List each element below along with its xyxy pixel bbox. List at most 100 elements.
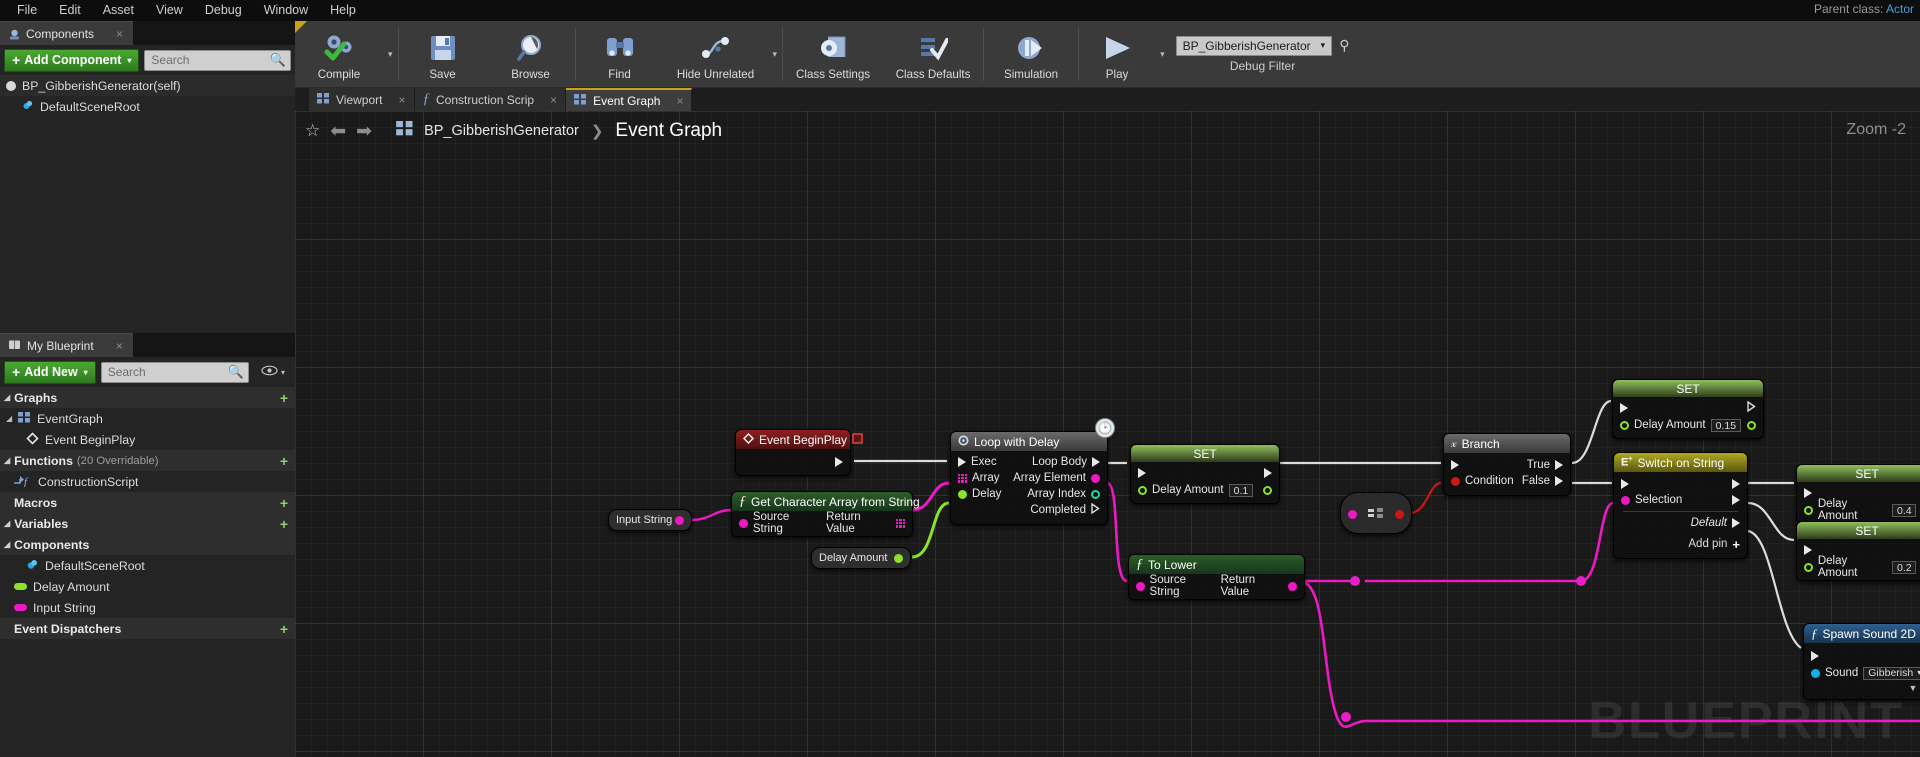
delay-amount-value-input[interactable]: 0.2 (1892, 560, 1917, 574)
pin-row-completed[interactable]: Completed (951, 502, 1107, 518)
pin-row-default[interactable]: Default (1614, 515, 1747, 531)
menu-item-asset[interactable]: Asset (92, 0, 145, 21)
add-new-button[interactable]: + Add New ▾ (4, 360, 96, 384)
exec-pin-icon[interactable] (1620, 403, 1628, 413)
play-options-caret[interactable]: ▾ (1155, 21, 1170, 87)
exec-pin-icon[interactable] (1555, 476, 1563, 486)
pin-row-sound[interactable]: Sound Gibberish ▾ 🔍 ▶ Return Value (1804, 665, 1920, 681)
exec-pin-icon[interactable] (1451, 460, 1459, 470)
node-switch-on-string[interactable]: E+ Switch on String Selection Default Ad… (1613, 452, 1748, 559)
pin-row-array-element[interactable]: Array Array Element (951, 470, 1107, 486)
exec-pin-icon[interactable] (1092, 457, 1100, 467)
pin-row-delay-amount[interactable]: Delay Amount 0.1 (1131, 482, 1279, 498)
add-macro-button[interactable]: + (280, 495, 288, 511)
components-search-input[interactable]: Search 🔍 (144, 49, 291, 71)
section-functions[interactable]: ◢ Functions (20 Overridable) + (0, 450, 295, 471)
exec-pin-icon[interactable] (1811, 651, 1819, 661)
wire-reroute-node[interactable] (1350, 576, 1360, 586)
string-pin-icon[interactable] (1621, 495, 1630, 505)
add-pin-button[interactable]: Add pin + (1614, 536, 1747, 552)
delay-amount-value-input[interactable]: 0.1 (1228, 483, 1254, 497)
float-pin-icon[interactable] (1620, 420, 1629, 430)
close-icon[interactable]: × (116, 339, 123, 353)
node-event-begin-play[interactable]: Event BeginPlay (735, 429, 863, 476)
pin-row[interactable]: Source String Return Value (732, 511, 912, 535)
visibility-toggle-button[interactable]: ▾ (261, 365, 285, 379)
node-loop-with-delay[interactable]: Loop with Delay Exec Loop Body Array Arr… (950, 431, 1108, 525)
tab-my-blueprint[interactable]: My Blueprint × (0, 333, 133, 357)
exec-pin-icon[interactable] (1264, 468, 1272, 478)
pin-row-exec[interactable] (1804, 647, 1920, 665)
string-pin-icon[interactable] (1136, 581, 1145, 591)
sound-asset-select[interactable]: Gibberish ▾ (1863, 666, 1920, 680)
float-pin-icon[interactable] (1804, 562, 1813, 572)
back-arrow-icon[interactable]: ⬅ (330, 120, 346, 143)
debug-filter-select[interactable]: BP_GibberishGenerator ▾ (1175, 35, 1333, 56)
my-blueprint-search-input[interactable]: Search 🔍 (100, 361, 249, 383)
pin-row-exec-loopbody[interactable]: Exec Loop Body (951, 454, 1107, 470)
breadcrumb-blueprint-name[interactable]: BP_GibberishGenerator (424, 123, 579, 139)
exec-pin-hollow-icon[interactable] (1091, 502, 1100, 517)
tab-event-graph[interactable]: Event Graph × (566, 88, 693, 111)
component-item-self[interactable]: BP_GibberishGenerator(self) (0, 75, 295, 96)
pin-row-selection-case1[interactable]: Selection (1614, 492, 1747, 508)
close-icon[interactable]: × (398, 93, 405, 107)
forward-arrow-icon[interactable]: ➡ (356, 120, 372, 143)
menu-item-file[interactable]: File (6, 0, 48, 21)
node-set-delay-amount-02[interactable]: SET Delay Amount 0.2 (1796, 521, 1920, 581)
section-macros[interactable]: Macros + (0, 492, 295, 513)
pin-row-delay-amount[interactable]: Delay Amount 0.15 (1613, 417, 1763, 433)
string-pin-icon[interactable] (739, 518, 748, 528)
add-variable-button[interactable]: + (280, 516, 288, 532)
string-pin-icon[interactable] (1348, 509, 1357, 519)
toolbar-class-settings-button[interactable]: Class Settings (783, 21, 883, 87)
bool-pin-icon[interactable] (1451, 476, 1460, 486)
pin-row-delay-amount[interactable]: Delay Amount 0.2 (1797, 555, 1920, 579)
node-set-delay-amount-04[interactable]: SET Delay Amount 0.4 (1796, 464, 1920, 524)
variable-item-delay-amount[interactable]: Delay Amount (0, 576, 295, 597)
pin-row-exec-out[interactable] (736, 452, 850, 472)
exec-pin-icon[interactable] (1804, 488, 1812, 498)
array-string-pin-icon[interactable] (958, 473, 967, 483)
section-variables[interactable]: ◢ Variables + (0, 513, 295, 534)
exec-pin-icon[interactable] (1555, 460, 1563, 470)
pin-row-exec-case0[interactable] (1614, 476, 1747, 492)
variable-item-defaultsceneroot[interactable]: DefaultSceneRoot (0, 555, 295, 576)
menu-item-window[interactable]: Window (253, 0, 319, 21)
close-icon[interactable]: × (116, 27, 123, 41)
breadcrumb-graph-name[interactable]: Event Graph (615, 120, 722, 142)
wire-reroute-node[interactable] (1576, 576, 1586, 586)
bool-pin-icon[interactable] (1395, 509, 1404, 519)
component-item-defaultsceneroot[interactable]: DefaultSceneRoot (0, 96, 295, 117)
pin-row-exec-true[interactable]: True (1444, 457, 1570, 473)
parent-class-value[interactable]: Actor (1886, 2, 1914, 16)
section-event-dispatchers[interactable]: Event Dispatchers + (0, 618, 295, 639)
menu-item-help[interactable]: Help (319, 0, 367, 21)
exec-pin-icon[interactable] (1732, 495, 1740, 505)
float-pin-icon[interactable] (1804, 505, 1813, 515)
node-to-lower[interactable]: ƒ To Lower Source String Return Value (1128, 554, 1305, 600)
toolbar-class-defaults-button[interactable]: Class Defaults (883, 21, 983, 87)
section-components[interactable]: ◢ Components (0, 534, 295, 555)
delay-amount-value-input[interactable]: 0.15 (1710, 418, 1742, 432)
node-branch[interactable]: 𝓍 Branch True Condition False (1443, 433, 1571, 496)
menu-item-edit[interactable]: Edit (48, 0, 92, 21)
add-graph-button[interactable]: + (280, 390, 288, 406)
float-pin-icon[interactable] (1747, 420, 1756, 430)
tab-construction-script[interactable]: ƒ Construction Scrip × (414, 88, 567, 111)
exec-pin-hollow-icon[interactable] (1747, 400, 1756, 415)
string-pin-icon[interactable] (675, 515, 684, 525)
pin-row-condition-false[interactable]: Condition False (1444, 473, 1570, 489)
section-graphs[interactable]: ◢ Graphs + (0, 387, 295, 408)
toolbar-compile-button[interactable]: Compile (295, 21, 383, 87)
close-icon[interactable]: × (550, 93, 557, 107)
exec-pin-icon[interactable] (1804, 545, 1812, 555)
function-item-constructionscript[interactable]: f ConstructionScript (0, 471, 295, 492)
debug-search-icon[interactable]: ⚲ (1339, 37, 1349, 54)
node-set-delay-amount-01[interactable]: SET Delay Amount 0.1 (1130, 444, 1280, 504)
node-get-delay-amount[interactable]: Delay Amount (811, 547, 911, 569)
object-pin-icon[interactable] (1811, 668, 1820, 678)
exec-pin-icon[interactable] (958, 457, 966, 467)
pin-row[interactable]: Source String Return Value (1129, 574, 1304, 598)
string-pin-icon[interactable] (1091, 473, 1100, 483)
